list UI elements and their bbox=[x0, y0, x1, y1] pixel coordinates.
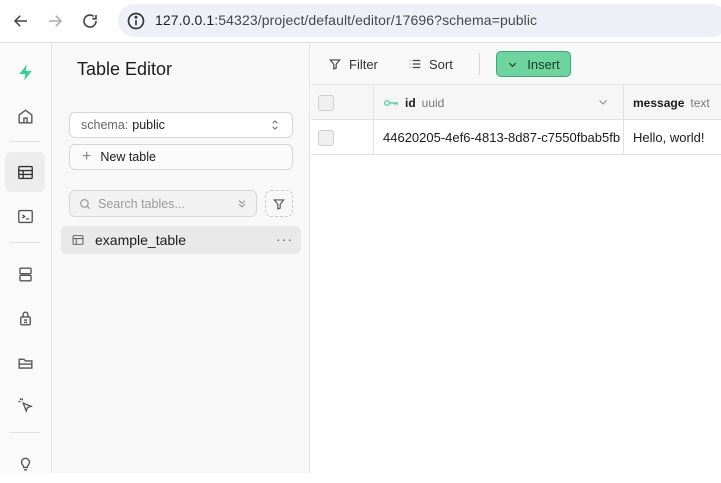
chevron-down-icon bbox=[509, 62, 517, 67]
toolbar-divider bbox=[479, 53, 480, 75]
filter-icon bbox=[273, 198, 285, 210]
sort-label: Sort bbox=[429, 56, 453, 72]
arrow-left-icon bbox=[13, 15, 27, 27]
realtime-icon bbox=[17, 397, 33, 413]
rail-item-authentication[interactable] bbox=[5, 298, 45, 338]
supabase-logo-icon bbox=[18, 64, 32, 80]
url-path: :54323/project/default/editor/17696?sche… bbox=[214, 12, 538, 28]
url-host: 127.0.0.1 bbox=[155, 12, 215, 28]
plus-icon: + bbox=[82, 148, 92, 165]
table-grid-panel: Filter Sort Insert id uuid message text bbox=[311, 43, 721, 473]
rail-item-table-editor[interactable] bbox=[5, 152, 45, 192]
chevron-down-icon[interactable] bbox=[597, 96, 609, 108]
new-table-button[interactable]: + New table bbox=[69, 144, 293, 170]
column-header-id[interactable]: id uuid bbox=[374, 85, 624, 120]
table-icon bbox=[72, 235, 84, 245]
primary-key-icon bbox=[384, 99, 398, 106]
address-bar[interactable]: 127.0.0.1:54323/project/default/editor/1… bbox=[118, 4, 721, 37]
column-type: text bbox=[690, 95, 710, 110]
search-placeholder: Search tables... bbox=[98, 196, 185, 211]
info-icon[interactable] bbox=[126, 11, 146, 31]
rail-divider bbox=[10, 432, 40, 433]
schema-value: public bbox=[132, 118, 165, 132]
page-title: Table Editor bbox=[77, 59, 173, 79]
table-name: example_table bbox=[95, 232, 187, 248]
rail-item-storage[interactable] bbox=[5, 342, 45, 382]
rail-divider bbox=[10, 141, 40, 142]
table-row: 44620205-4ef6-4813-8d87-c7550fbab5fb Hel… bbox=[311, 120, 721, 155]
cell-id[interactable]: 44620205-4ef6-4813-8d87-c7550fbab5fb bbox=[374, 120, 624, 155]
grid-header-row: id uuid message text bbox=[311, 85, 721, 120]
search-icon bbox=[80, 199, 91, 210]
cell-message[interactable]: Hello, world! bbox=[624, 120, 721, 155]
column-header-message[interactable]: message text bbox=[624, 85, 721, 120]
reload-button[interactable] bbox=[78, 9, 102, 33]
schema-label: schema: bbox=[81, 118, 129, 132]
insert-button[interactable]: Insert bbox=[496, 51, 571, 77]
more-options-icon[interactable]: ··· bbox=[276, 231, 293, 247]
column-name: message bbox=[633, 95, 685, 110]
sort-button[interactable]: Sort bbox=[408, 54, 453, 74]
lightbulb-icon bbox=[20, 457, 30, 471]
filter-icon bbox=[329, 59, 341, 70]
auth-lock-icon bbox=[19, 311, 31, 326]
storage-icon bbox=[17, 358, 33, 369]
schema-select[interactable]: schema: public bbox=[69, 112, 293, 138]
grid-toolbar: Filter Sort Insert bbox=[311, 43, 721, 85]
filter-label: Filter bbox=[349, 56, 378, 72]
select-all-checkbox[interactable] bbox=[318, 94, 334, 111]
filter-button[interactable]: Filter bbox=[328, 54, 378, 74]
forward-button[interactable] bbox=[43, 9, 67, 33]
new-table-label: New table bbox=[100, 150, 156, 164]
rail-item-advisors[interactable] bbox=[5, 443, 45, 483]
rail-divider bbox=[10, 242, 40, 243]
rail-item-database[interactable] bbox=[5, 254, 45, 294]
supabase-logo[interactable] bbox=[5, 52, 45, 92]
sidebar-item-example-table[interactable]: example_table ··· bbox=[61, 226, 301, 254]
database-icon bbox=[18, 266, 32, 282]
back-button[interactable] bbox=[9, 9, 33, 33]
filter-tables-button[interactable] bbox=[265, 190, 293, 217]
column-name: id bbox=[405, 95, 416, 110]
insert-label: Insert bbox=[527, 56, 560, 72]
row-select-cell bbox=[311, 120, 374, 155]
sql-editor-icon bbox=[17, 209, 33, 223]
reload-icon bbox=[83, 14, 97, 28]
table-editor-icon bbox=[17, 165, 33, 179]
url-text: 127.0.0.1:54323/project/default/editor/1… bbox=[155, 12, 537, 28]
header-select-cell bbox=[311, 85, 374, 120]
search-tables-input[interactable]: Search tables... bbox=[69, 190, 257, 217]
arrow-right-icon bbox=[49, 15, 63, 27]
list-sort-icon bbox=[409, 59, 421, 69]
chevron-down-double-icon[interactable] bbox=[235, 197, 249, 211]
home-icon bbox=[17, 108, 33, 124]
navigation-rail bbox=[0, 43, 52, 473]
rail-item-home[interactable] bbox=[5, 96, 45, 136]
rail-item-sql-editor[interactable] bbox=[5, 196, 45, 236]
browser-toolbar: 127.0.0.1:54323/project/default/editor/1… bbox=[0, 0, 721, 43]
rail-item-realtime[interactable] bbox=[5, 385, 45, 425]
chevron-up-down-icon bbox=[272, 120, 278, 130]
table-editor-sidebar: Table Editor schema: public + New table … bbox=[53, 43, 310, 473]
row-checkbox[interactable] bbox=[318, 129, 334, 146]
column-type: uuid bbox=[421, 95, 445, 110]
